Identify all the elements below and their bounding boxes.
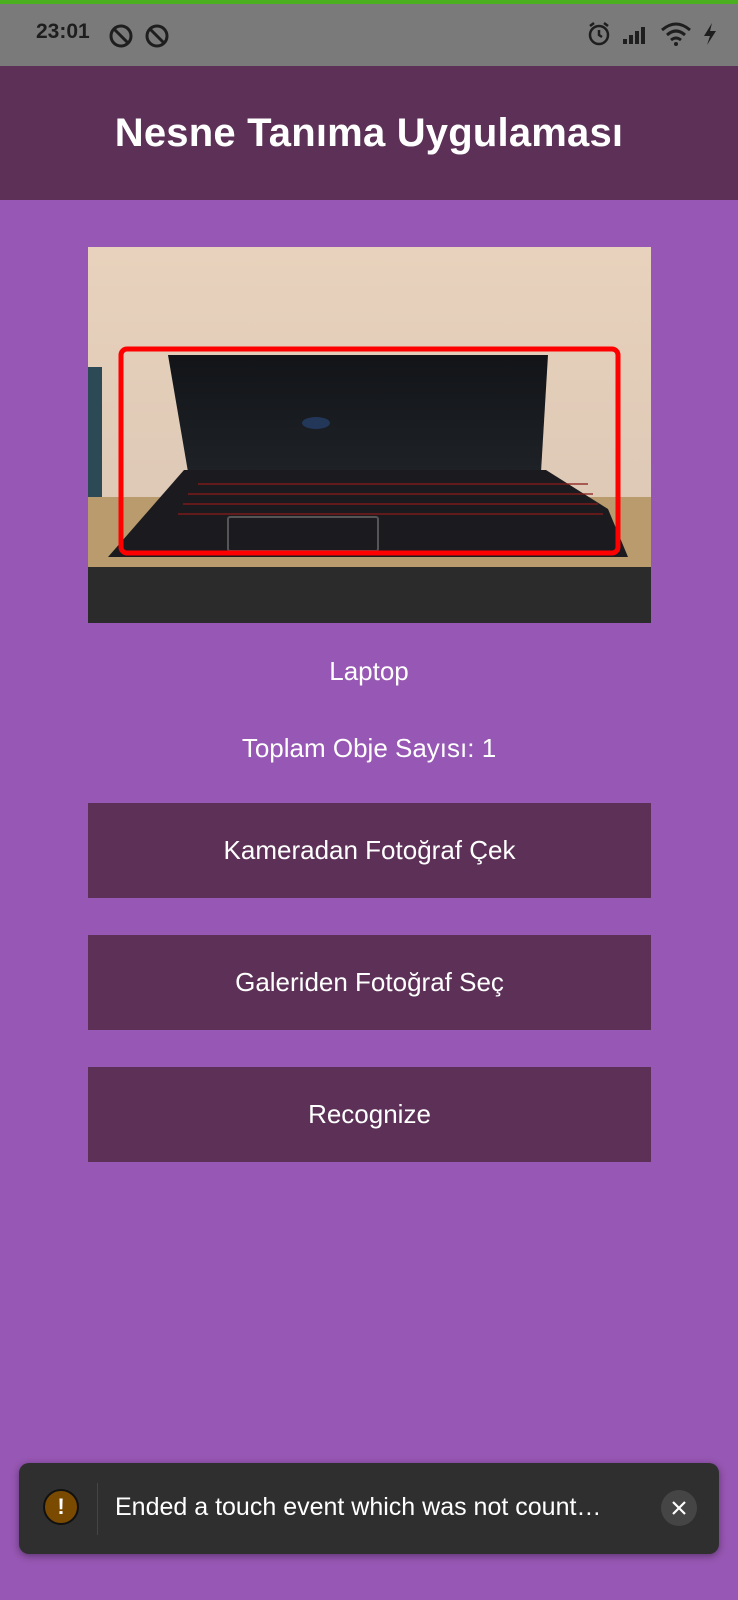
detection-photo (88, 247, 651, 623)
status-right-icons (586, 21, 718, 52)
wifi-icon (660, 21, 692, 52)
app-title: Nesne Tanıma Uygulaması (114, 110, 624, 155)
signal-icon (622, 23, 650, 50)
no-disturb-icon (144, 23, 170, 54)
recognize-button[interactable]: Recognize (88, 1067, 651, 1162)
app-bar: Nesne Tanıma Uygulaması (0, 66, 738, 200)
object-label: Laptop (329, 656, 409, 686)
gallery-button[interactable]: Galeriden Fotoğraf Seç (88, 935, 651, 1030)
status-left-icons (108, 23, 170, 54)
total-count-label: Toplam Obje Sayısı: 1 (241, 733, 497, 763)
charging-icon (702, 22, 718, 51)
toast-notification: ! Ended a touch event which was not coun… (19, 1463, 719, 1554)
no-disturb-icon (108, 23, 134, 54)
toast-divider (97, 1483, 98, 1535)
close-icon[interactable] (661, 1490, 697, 1526)
warning-icon: ! (43, 1489, 79, 1525)
status-bar: 23:01 (0, 0, 738, 66)
toast-message: Ended a touch event which was not count… (115, 1493, 602, 1521)
camera-button[interactable]: Kameradan Fotoğraf Çek (88, 803, 651, 898)
alarm-icon (586, 21, 612, 52)
status-time: 23:01 (36, 20, 90, 43)
